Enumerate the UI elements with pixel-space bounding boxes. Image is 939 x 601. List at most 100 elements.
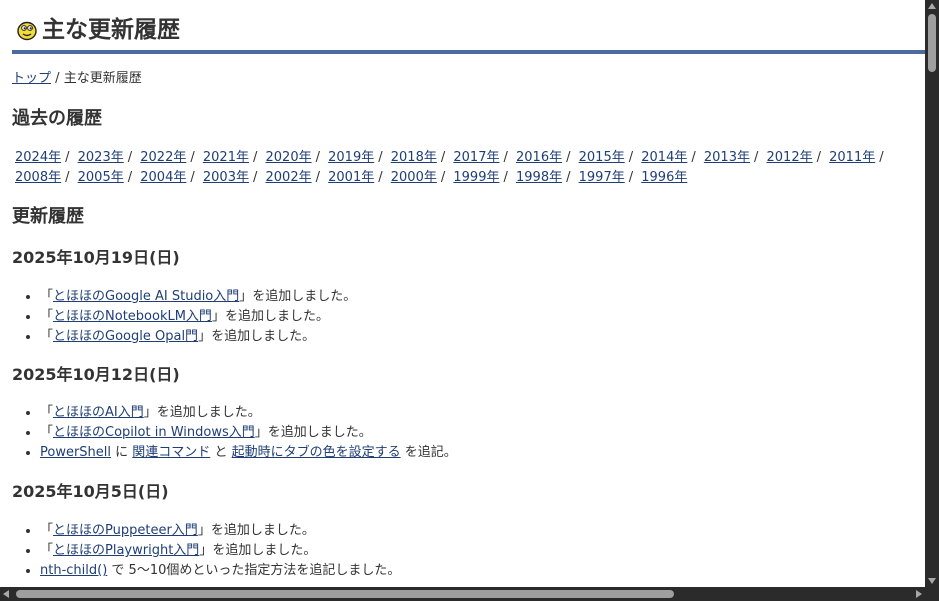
year-link-item: 2002年 / <box>266 170 324 185</box>
year-link[interactable]: 2002年 <box>266 170 312 185</box>
year-separator: / <box>65 170 70 185</box>
update-item: 「とほほのGoogle Opal門」を追加しました。 <box>40 327 356 347</box>
year-link-item: 2003年 / <box>203 170 261 185</box>
update-text: 「 <box>40 543 54 558</box>
year-link[interactable]: 2016年 <box>516 150 562 165</box>
year-separator: / <box>628 150 634 165</box>
page-title: 主な更新履歴 <box>12 10 925 54</box>
year-separator: / <box>503 150 508 165</box>
update-text: 」を追加しました。 <box>199 543 317 558</box>
breadcrumb-top-link[interactable]: トップ <box>12 71 51 86</box>
scroll-down-arrow-icon[interactable] <box>928 578 936 584</box>
year-link[interactable]: 2014年 <box>641 150 687 165</box>
update-list: 「とほほのPuppeteer入門」を追加しました。「とほほのPlaywright… <box>12 521 400 581</box>
scroll-left-arrow-icon[interactable] <box>3 590 9 598</box>
year-separator: / <box>190 170 195 185</box>
year-link[interactable]: 2013年 <box>704 150 750 165</box>
horizontal-scrollbar[interactable] <box>0 587 925 601</box>
year-separator: / <box>378 150 383 165</box>
update-text: 」を追加しました。 <box>254 425 372 440</box>
update-text: 「 <box>40 523 54 538</box>
update-item: 「とほほのAI入門」を追加しました。 <box>40 403 457 423</box>
year-link[interactable]: 2018年 <box>391 150 437 165</box>
year-link[interactable]: 2021年 <box>203 150 249 165</box>
update-link[interactable]: PowerShell <box>40 445 111 460</box>
year-link-item: 2023年 / <box>78 150 136 165</box>
year-link[interactable]: 2005年 <box>78 170 124 185</box>
year-link[interactable]: 2019年 <box>328 150 374 165</box>
year-separator: / <box>378 170 383 185</box>
update-text: 」を追加しました。 <box>211 309 329 324</box>
update-list: 「とほほのAI入門」を追加しました。「とほほのCopilot in Window… <box>12 403 457 463</box>
year-separator: / <box>753 150 759 165</box>
horizontal-scroll-thumb[interactable] <box>16 590 674 598</box>
year-link-item: 2016年 / <box>516 150 574 165</box>
year-link-item: 2014年 / <box>641 150 699 165</box>
scrollbar-corner <box>925 587 939 601</box>
update-text: で 5〜10個めといった指定方法を追記しました。 <box>107 563 401 578</box>
update-text: を追記。 <box>400 445 457 460</box>
year-link[interactable]: 1997年 <box>579 170 625 185</box>
year-separator: / <box>879 150 884 165</box>
scroll-up-arrow-icon[interactable] <box>928 3 936 9</box>
year-link[interactable]: 2008年 <box>15 170 61 185</box>
update-link[interactable]: 起動時にタブの色を設定する <box>232 445 401 460</box>
year-link-item: 1996年 <box>641 170 687 185</box>
year-link-item: 2005年 / <box>78 170 136 185</box>
update-text: 」を追加しました。 <box>197 523 315 538</box>
year-link[interactable]: 1999年 <box>453 170 499 185</box>
year-link-item: 2012年 / <box>767 150 825 165</box>
year-link[interactable]: 2015年 <box>579 150 625 165</box>
breadcrumb-current: 主な更新履歴 <box>63 71 142 86</box>
scroll-right-arrow-icon[interactable] <box>916 590 922 598</box>
vertical-scrollbar[interactable] <box>925 0 939 587</box>
year-link[interactable]: 1998年 <box>516 170 562 185</box>
update-text: 」を追加しました。 <box>198 329 316 344</box>
year-link[interactable]: 2020年 <box>266 150 312 165</box>
update-link[interactable]: とほほのCopilot in Windows入門 <box>53 425 255 440</box>
year-separator: / <box>691 150 696 165</box>
year-link-item: 2021年 / <box>203 150 261 165</box>
year-separator: / <box>440 170 446 185</box>
update-item: 「とほほのCopilot in Windows入門」を追加しました。 <box>40 423 457 443</box>
update-link[interactable]: とほほのNotebookLM入門 <box>53 309 212 324</box>
update-link[interactable]: とほほのAI入門 <box>53 405 144 420</box>
page-title-text: 主な更新履歴 <box>42 17 180 43</box>
year-link-item: 2024年 / <box>15 150 73 165</box>
update-link[interactable]: とほほのPuppeteer入門 <box>53 523 198 538</box>
year-link[interactable]: 2000年 <box>391 170 437 185</box>
year-link[interactable]: 2001年 <box>328 170 374 185</box>
year-link-item: 1999年 / <box>453 170 511 185</box>
year-link-item: 2020年 / <box>266 150 324 165</box>
year-link-item: 2018年 / <box>391 150 449 165</box>
update-link[interactable]: とほほのGoogle Opal門 <box>53 329 198 344</box>
year-link-item: 2008年 / <box>15 170 73 185</box>
year-link[interactable]: 2004年 <box>140 170 186 185</box>
update-item: nth-child() で 5〜10個めといった指定方法を追記しました。 <box>40 561 400 581</box>
year-link-item: 2000年 / <box>391 170 449 185</box>
year-link[interactable]: 2023年 <box>78 150 124 165</box>
update-text: 」を追加しました。 <box>239 289 357 304</box>
year-link[interactable]: 1996年 <box>641 170 687 185</box>
update-text: 「 <box>40 309 54 324</box>
year-separator: / <box>503 170 508 185</box>
update-link[interactable]: とほほのGoogle AI Studio入門 <box>53 289 239 304</box>
year-link[interactable]: 2003年 <box>203 170 249 185</box>
update-link[interactable]: とほほのPlaywright入門 <box>53 543 199 558</box>
update-text: に <box>111 445 133 460</box>
year-links: 2024年/ 2023年/ 2022年/ 2021年/ 2020年/ 2019年… <box>15 148 920 188</box>
year-link[interactable]: 2017年 <box>453 150 499 165</box>
year-link[interactable]: 2011年 <box>829 150 875 165</box>
year-link-item: 2015年 / <box>579 150 637 165</box>
year-link[interactable]: 2022年 <box>140 150 186 165</box>
vertical-scroll-thumb[interactable] <box>928 14 936 72</box>
update-text: 「 <box>40 329 54 344</box>
year-separator: / <box>65 150 70 165</box>
update-link[interactable]: nth-child() <box>40 563 107 578</box>
year-link[interactable]: 2024年 <box>15 150 61 165</box>
update-text: 「 <box>40 425 54 440</box>
update-link[interactable]: 関連コマンド <box>132 445 210 460</box>
year-link[interactable]: 2012年 <box>767 150 813 165</box>
update-history-heading: 更新履歴 <box>12 206 84 227</box>
year-separator: / <box>566 170 571 185</box>
